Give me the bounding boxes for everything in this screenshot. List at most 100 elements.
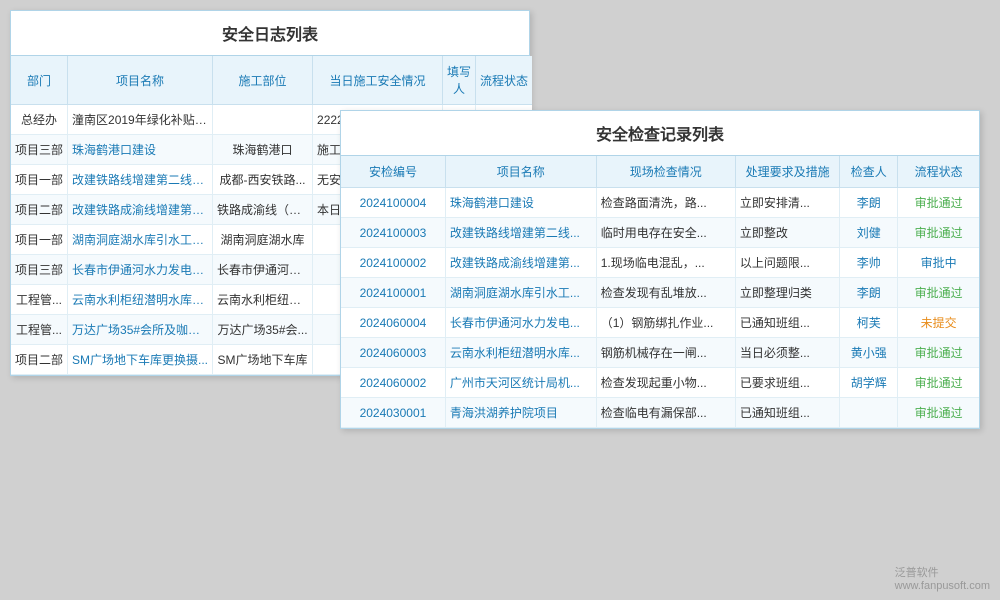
cell-inspector: 李帅 [840, 248, 898, 278]
watermark-line2: www.fanpusoft.com [895, 580, 990, 592]
left-panel-title: 安全日志列表 [11, 11, 529, 56]
cell-inspector: 刘健 [840, 218, 898, 248]
table-row: 2024060004 长春市伊通河水力发电... （1）钢筋绑扎作业... 已通… [341, 308, 979, 338]
cell-dept: 项目一部 [11, 165, 68, 195]
table-row: 2024030001 青海洪湖养护院项目 检查临电有漏保部... 已通知班组..… [341, 398, 979, 428]
cell-id[interactable]: 2024060003 [341, 338, 445, 368]
cell-id[interactable]: 2024100002 [341, 248, 445, 278]
cell-dept: 工程管... [11, 285, 68, 315]
col-header-inspector: 检查人 [840, 156, 898, 188]
safety-check-table: 安检编号 项目名称 现场检查情况 处理要求及措施 检查人 流程状态 202410… [341, 156, 979, 428]
col-header-projname: 项目名称 [445, 156, 596, 188]
col-header-handle: 处理要求及措施 [735, 156, 839, 188]
cell-project[interactable]: 云南水利柜纽潜明水库... [445, 338, 596, 368]
col-header-writer: 填写人 [443, 56, 476, 105]
cell-dept: 项目三部 [11, 255, 68, 285]
cell-inspect-status: （1）钢筋绑扎作业... [596, 308, 735, 338]
cell-inspect-status: 检查路面清洗，路... [596, 188, 735, 218]
cell-handling: 已通知班组... [735, 308, 839, 338]
cell-project[interactable]: 湖南洞庭湖水库引水工程... [68, 225, 213, 255]
col-header-flow: 流程状态 [476, 56, 533, 105]
cell-flow-status: 审批通过 [898, 218, 979, 248]
cell-inspector [840, 398, 898, 428]
cell-dept: 项目二部 [11, 195, 68, 225]
cell-project[interactable]: 云南水利柜纽潜明水库一... [68, 285, 213, 315]
cell-id[interactable]: 2024030001 [341, 398, 445, 428]
cell-handling: 当日必须整... [735, 338, 839, 368]
cell-site: 云南水利柜纽潜... [213, 285, 313, 315]
cell-project[interactable]: 湖南洞庭湖水库引水工... [445, 278, 596, 308]
cell-project[interactable]: 改建铁路线增建第二线直... [68, 165, 213, 195]
cell-project[interactable]: 万达广场35#会所及咖啡... [68, 315, 213, 345]
cell-project[interactable]: SM广场地下车库更换摄... [68, 345, 213, 375]
cell-project[interactable]: 长春市伊通河水力发电厂... [68, 255, 213, 285]
cell-project[interactable]: 珠海鹤港口建设 [445, 188, 596, 218]
cell-project[interactable]: 青海洪湖养护院项目 [445, 398, 596, 428]
col-header-proj: 项目名称 [68, 56, 213, 105]
cell-project[interactable]: 珠海鹤港口建设 [68, 135, 213, 165]
cell-id[interactable]: 2024100003 [341, 218, 445, 248]
cell-site [213, 105, 313, 135]
cell-handling: 以上问题限... [735, 248, 839, 278]
cell-flow-status: 审批通过 [898, 188, 979, 218]
cell-inspect-status: 1.现场临电混乱，... [596, 248, 735, 278]
cell-flow-status: 审批通过 [898, 278, 979, 308]
cell-handling: 立即安排清... [735, 188, 839, 218]
cell-project[interactable]: 改建铁路成渝线增建第二... [68, 195, 213, 225]
cell-inspect-status: 检查发现有乱堆放... [596, 278, 735, 308]
col-header-inspect: 现场检查情况 [596, 156, 735, 188]
cell-handling: 立即整理归类 [735, 278, 839, 308]
cell-inspector: 黄小强 [840, 338, 898, 368]
cell-project[interactable]: 改建铁路成渝线增建第... [445, 248, 596, 278]
cell-site: 湖南洞庭湖水库 [213, 225, 313, 255]
cell-flow-status: 审批中 [898, 248, 979, 278]
right-panel-title: 安全检查记录列表 [341, 111, 979, 156]
cell-inspector: 李朗 [840, 278, 898, 308]
cell-project: 潼南区2019年绿化补贴项... [68, 105, 213, 135]
table-row: 2024100001 湖南洞庭湖水库引水工... 检查发现有乱堆放... 立即整… [341, 278, 979, 308]
cell-project[interactable]: 长春市伊通河水力发电... [445, 308, 596, 338]
cell-id[interactable]: 2024060004 [341, 308, 445, 338]
cell-flow-status: 审批通过 [898, 368, 979, 398]
cell-handling: 已要求班组... [735, 368, 839, 398]
cell-flow-status: 审批通过 [898, 338, 979, 368]
cell-dept: 项目一部 [11, 225, 68, 255]
cell-inspector: 柯芙 [840, 308, 898, 338]
col-header-dept: 部门 [11, 56, 68, 105]
cell-dept: 总经办 [11, 105, 68, 135]
cell-id[interactable]: 2024100001 [341, 278, 445, 308]
col-header-status: 当日施工安全情况 [313, 56, 443, 105]
cell-id[interactable]: 2024100004 [341, 188, 445, 218]
cell-inspector: 胡学辉 [840, 368, 898, 398]
cell-inspector: 李朗 [840, 188, 898, 218]
col-header-id: 安检编号 [341, 156, 445, 188]
cell-dept: 项目二部 [11, 345, 68, 375]
table-row: 2024060002 广州市天河区统计局机... 检查发现起重小物... 已要求… [341, 368, 979, 398]
col-header-site: 施工部位 [213, 56, 313, 105]
cell-id[interactable]: 2024060002 [341, 368, 445, 398]
cell-handling: 立即整改 [735, 218, 839, 248]
cell-flow-status: 未提交 [898, 308, 979, 338]
table-row: 2024100003 改建铁路线增建第二线... 临时用电存在安全... 立即整… [341, 218, 979, 248]
cell-project[interactable]: 广州市天河区统计局机... [445, 368, 596, 398]
cell-site: 成都-西安铁路... [213, 165, 313, 195]
cell-project[interactable]: 改建铁路线增建第二线... [445, 218, 596, 248]
table-row: 2024100004 珠海鹤港口建设 检查路面清洗，路... 立即安排清... … [341, 188, 979, 218]
table-row: 2024100002 改建铁路成渝线增建第... 1.现场临电混乱，... 以上… [341, 248, 979, 278]
cell-inspect-status: 钢筋机械存在一闸... [596, 338, 735, 368]
cell-flow-status: 审批通过 [898, 398, 979, 428]
cell-site: 万达广场35#会... [213, 315, 313, 345]
cell-site: 长春市伊通河水... [213, 255, 313, 285]
cell-inspect-status: 检查临电有漏保部... [596, 398, 735, 428]
cell-inspect-status: 检查发现起重小物... [596, 368, 735, 398]
right-panel: 安全检查记录列表 安检编号 项目名称 现场检查情况 处理要求及措施 检查人 流程… [340, 110, 980, 429]
cell-site: 铁路成渝线（成... [213, 195, 313, 225]
cell-site: SM广场地下车库 [213, 345, 313, 375]
cell-site: 珠海鹤港口 [213, 135, 313, 165]
cell-handling: 已通知班组... [735, 398, 839, 428]
cell-inspect-status: 临时用电存在安全... [596, 218, 735, 248]
cell-dept: 工程管... [11, 315, 68, 345]
watermark-line1: 泛普软件 [895, 564, 990, 580]
table-row: 2024060003 云南水利柜纽潜明水库... 钢筋机械存在一闸... 当日必… [341, 338, 979, 368]
cell-dept: 项目三部 [11, 135, 68, 165]
